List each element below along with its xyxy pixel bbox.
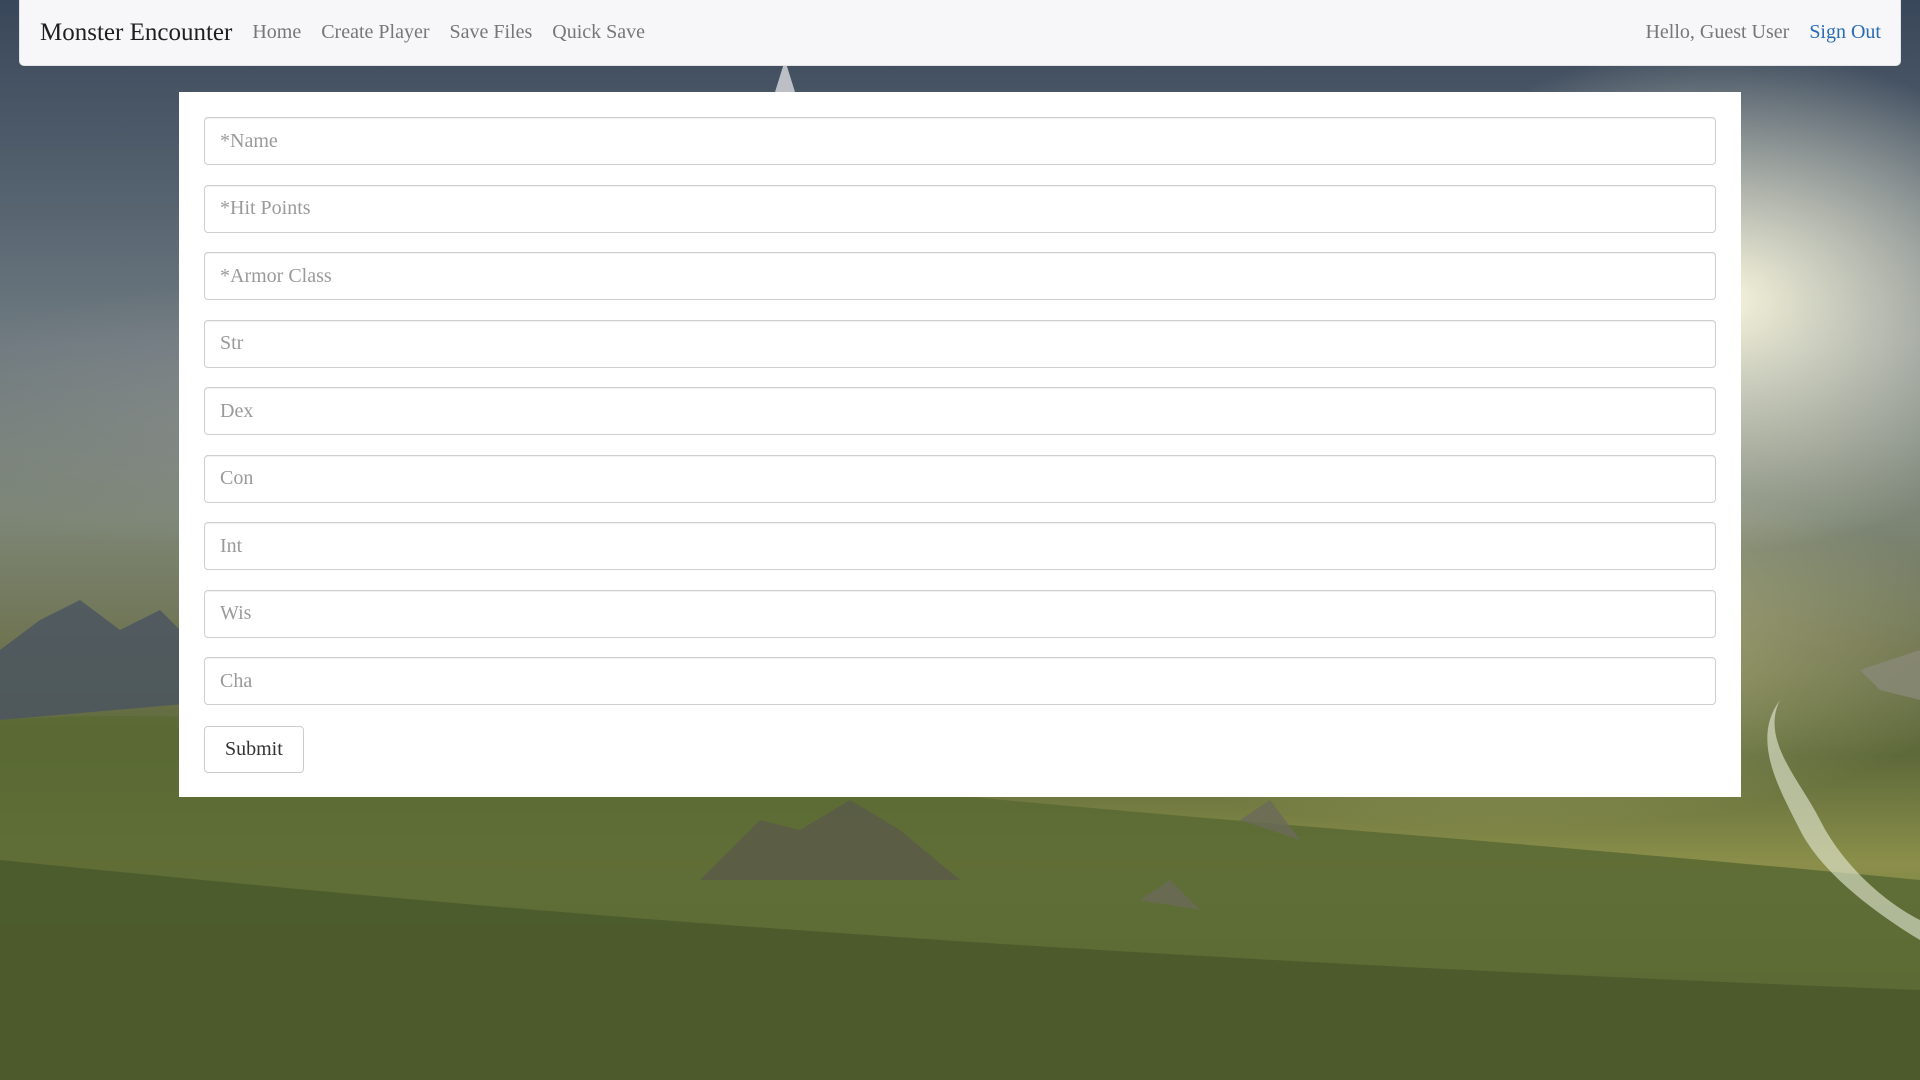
str-input[interactable] xyxy=(204,319,1716,368)
name-input[interactable] xyxy=(204,117,1716,165)
nav-link-save-files[interactable]: Save Files xyxy=(449,21,532,44)
nav-user-area: Hello, Guest User Sign Out xyxy=(1645,21,1881,44)
monster-form: Submit xyxy=(204,117,1716,773)
submit-button[interactable]: Submit xyxy=(204,725,304,773)
nav-link-home[interactable]: Home xyxy=(252,21,301,44)
user-greeting: Hello, Guest User xyxy=(1645,21,1790,43)
armor-class-input[interactable] xyxy=(204,252,1716,300)
create-monster-form-panel: Submit xyxy=(179,92,1741,797)
nav-link-quick-save[interactable]: Quick Save xyxy=(552,21,645,44)
wis-input[interactable] xyxy=(204,589,1716,638)
brand-title[interactable]: Monster Encounter xyxy=(40,19,232,47)
dex-input[interactable] xyxy=(204,387,1716,435)
cha-input[interactable] xyxy=(204,657,1716,705)
int-input[interactable] xyxy=(204,522,1716,570)
nav-links: Home Create Player Save Files Quick Save xyxy=(252,21,665,44)
con-input[interactable] xyxy=(204,454,1716,503)
hit-points-input[interactable] xyxy=(204,184,1716,233)
nav-link-create-player[interactable]: Create Player xyxy=(321,21,429,44)
sign-out-link[interactable]: Sign Out xyxy=(1809,21,1881,44)
top-navbar: Monster Encounter Home Create Player Sav… xyxy=(19,0,1901,66)
